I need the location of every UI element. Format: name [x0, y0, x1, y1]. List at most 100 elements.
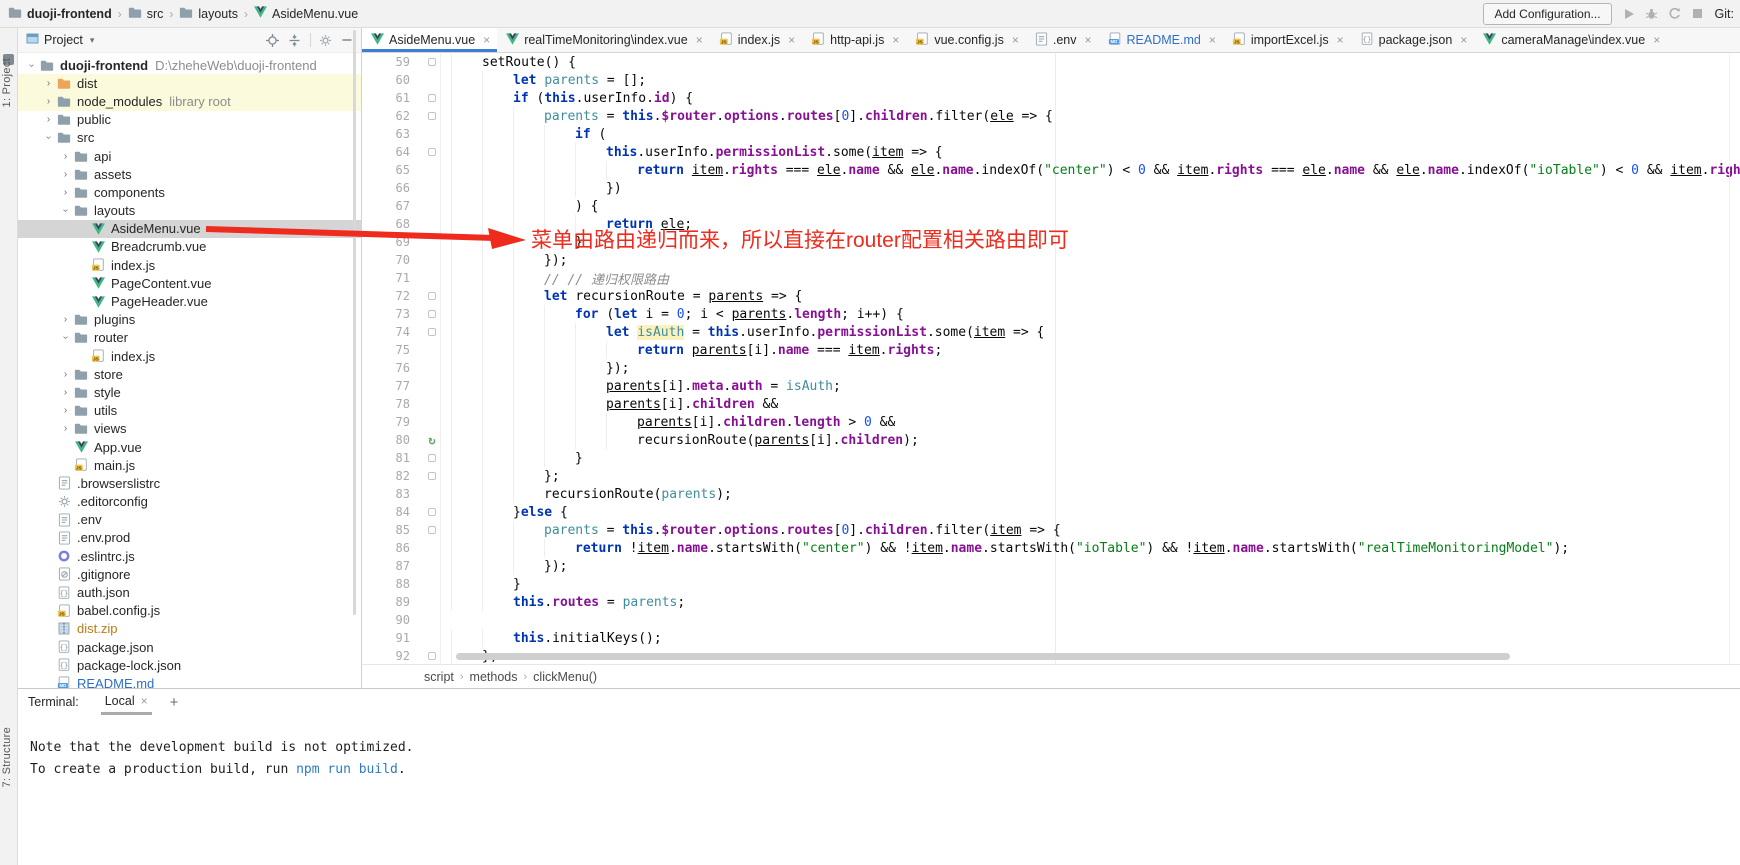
code-line-67[interactable]: 67) { — [362, 197, 1740, 215]
chevron-icon[interactable]: › — [43, 114, 54, 125]
tree-item-src[interactable]: ›src — [18, 129, 361, 147]
breadcrumb-item-asidemenu-vue[interactable]: AsideMenu.vue — [254, 6, 358, 21]
code-line-91[interactable]: 91this.initialKeys(); — [362, 629, 1740, 647]
tree-item-main-js[interactable]: JSmain.js — [18, 456, 361, 474]
target-icon[interactable] — [264, 32, 280, 48]
line-number[interactable]: 85 — [362, 523, 424, 537]
close-icon[interactable]: × — [1337, 33, 1344, 47]
line-number[interactable]: 62 — [362, 109, 424, 123]
line-number[interactable]: 84 — [362, 505, 424, 519]
tree-item-store[interactable]: ›store — [18, 365, 361, 383]
tab-realtimemonitoring-index-vue[interactable]: realTimeMonitoring\index.vue× — [497, 28, 710, 52]
line-number[interactable]: 89 — [362, 595, 424, 609]
line-number[interactable]: 92 — [362, 649, 424, 663]
tree-item-components[interactable]: ›components — [18, 183, 361, 201]
editor-breadcrumb-methods[interactable]: methods — [470, 670, 518, 684]
chevron-icon[interactable]: › — [60, 423, 71, 434]
code-line-64[interactable]: 64this.userInfo.permissionList.some(item… — [362, 143, 1740, 161]
npm-run-build-link[interactable]: npm run build — [296, 762, 398, 777]
code-line-71[interactable]: 71// // 递归权限路由 — [362, 269, 1740, 287]
line-number[interactable]: 78 — [362, 397, 424, 411]
code-line-89[interactable]: 89this.routes = parents; — [362, 593, 1740, 611]
tree-item-style[interactable]: ›style — [18, 383, 361, 401]
tree-item-breadcrumb-vue[interactable]: Breadcrumb.vue — [18, 238, 361, 256]
fold-marker-icon[interactable] — [428, 58, 436, 66]
fold-marker-icon[interactable] — [428, 472, 436, 480]
fold-marker-icon[interactable] — [428, 328, 436, 336]
code-line-81[interactable]: 81} — [362, 449, 1740, 467]
line-number[interactable]: 91 — [362, 631, 424, 645]
line-number[interactable]: 70 — [362, 253, 424, 267]
line-number[interactable]: 75 — [362, 343, 424, 357]
fold-marker-icon[interactable] — [428, 112, 436, 120]
code-line-59[interactable]: 59setRoute() { — [362, 53, 1740, 71]
code-line-70[interactable]: 70}); — [362, 251, 1740, 269]
tree-item-assets[interactable]: ›assets — [18, 165, 361, 183]
fold-marker-icon[interactable] — [428, 508, 436, 516]
toolwindow-button-structure[interactable]: 7: Structure — [1, 727, 13, 787]
code-line-83[interactable]: 83recursionRoute(parents); — [362, 485, 1740, 503]
tree-item-package-json[interactable]: {}package.json — [18, 638, 361, 656]
line-number[interactable]: 71 — [362, 271, 424, 285]
line-number[interactable]: 73 — [362, 307, 424, 321]
code-line-90[interactable]: 90 — [362, 611, 1740, 629]
project-tree-scrollbar[interactable] — [353, 30, 356, 615]
fold-marker-icon[interactable] — [428, 310, 436, 318]
tree-item-pageheader-vue[interactable]: PageHeader.vue — [18, 292, 361, 310]
code-line-69[interactable]: 69} — [362, 233, 1740, 251]
tab-http-api-js[interactable]: JShttp-api.js× — [802, 28, 906, 52]
tab-cameramanage-index-vue[interactable]: cameraManage\index.vue× — [1474, 28, 1667, 52]
chevron-icon[interactable]: › — [60, 369, 71, 380]
tree-item-index-js[interactable]: JSindex.js — [18, 347, 361, 365]
line-number[interactable]: 65 — [362, 163, 424, 177]
tree-item-public[interactable]: ›public — [18, 111, 361, 129]
tab-readme-md[interactable]: MDREADME.md× — [1099, 28, 1223, 52]
close-icon[interactable]: × — [1012, 33, 1019, 47]
line-number[interactable]: 63 — [362, 127, 424, 141]
line-number[interactable]: 87 — [362, 559, 424, 573]
tree-item-app-vue[interactable]: App.vue — [18, 438, 361, 456]
line-number[interactable]: 90 — [362, 613, 424, 627]
tab-importexcel-js[interactable]: JSimportExcel.js× — [1223, 28, 1351, 52]
line-number[interactable]: 72 — [362, 289, 424, 303]
tree-item-api[interactable]: ›api — [18, 147, 361, 165]
line-number[interactable]: 76 — [362, 361, 424, 375]
tree-item-env[interactable]: .env — [18, 511, 361, 529]
code-line-80[interactable]: 80↻recursionRoute(parents[i].children); — [362, 431, 1740, 449]
code-line-78[interactable]: 78parents[i].children && — [362, 395, 1740, 413]
line-number[interactable]: 86 — [362, 541, 424, 555]
line-number[interactable]: 60 — [362, 73, 424, 87]
line-number[interactable]: 69 — [362, 235, 424, 249]
code-line-85[interactable]: 85parents = this.$router.options.routes[… — [362, 521, 1740, 539]
tree-item-eslintrc-js[interactable]: .eslintrc.js — [18, 547, 361, 565]
tab-env[interactable]: .env× — [1026, 28, 1099, 52]
chevron-icon[interactable]: › — [60, 405, 71, 416]
git-label[interactable]: Git: — [1715, 7, 1734, 21]
line-number[interactable]: 83 — [362, 487, 424, 501]
line-number[interactable]: 80 — [362, 433, 424, 447]
tree-item-auth-json[interactable]: {}auth.json — [18, 583, 361, 601]
collapse-icon[interactable] — [286, 32, 302, 48]
tree-item-gitignore[interactable]: .gitignore — [18, 565, 361, 583]
run-icon[interactable] — [1622, 7, 1636, 21]
chevron-icon[interactable]: › — [60, 314, 71, 325]
close-icon[interactable]: × — [1653, 33, 1660, 47]
tree-item-env-prod[interactable]: .env.prod — [18, 529, 361, 547]
fold-marker-icon[interactable] — [428, 526, 436, 534]
editor-breadcrumb-clickmenu[interactable]: clickMenu() — [533, 670, 597, 684]
project-view-dropdown[interactable]: Project ▾ — [26, 32, 94, 48]
code-line-73[interactable]: 73for (let i = 0; i < parents.length; i+… — [362, 305, 1740, 323]
profile-icon[interactable] — [1668, 7, 1682, 21]
tree-item-dist-zip[interactable]: dist.zip — [18, 620, 361, 638]
gear-icon[interactable] — [317, 32, 333, 48]
code-line-79[interactable]: 79parents[i].children.length > 0 && — [362, 413, 1740, 431]
tab-asidemenu-vue[interactable]: AsideMenu.vue× — [362, 28, 497, 52]
code-line-65[interactable]: 65return item.rights === ele.name && ele… — [362, 161, 1740, 179]
chevron-icon[interactable]: › — [60, 205, 71, 216]
close-icon[interactable]: × — [483, 33, 490, 47]
chevron-icon[interactable]: › — [43, 78, 54, 89]
debug-icon[interactable] — [1645, 7, 1659, 21]
tree-item-plugins[interactable]: ›plugins — [18, 311, 361, 329]
fold-marker-icon[interactable] — [428, 454, 436, 462]
breadcrumb-item-layouts[interactable]: layouts — [179, 6, 238, 22]
